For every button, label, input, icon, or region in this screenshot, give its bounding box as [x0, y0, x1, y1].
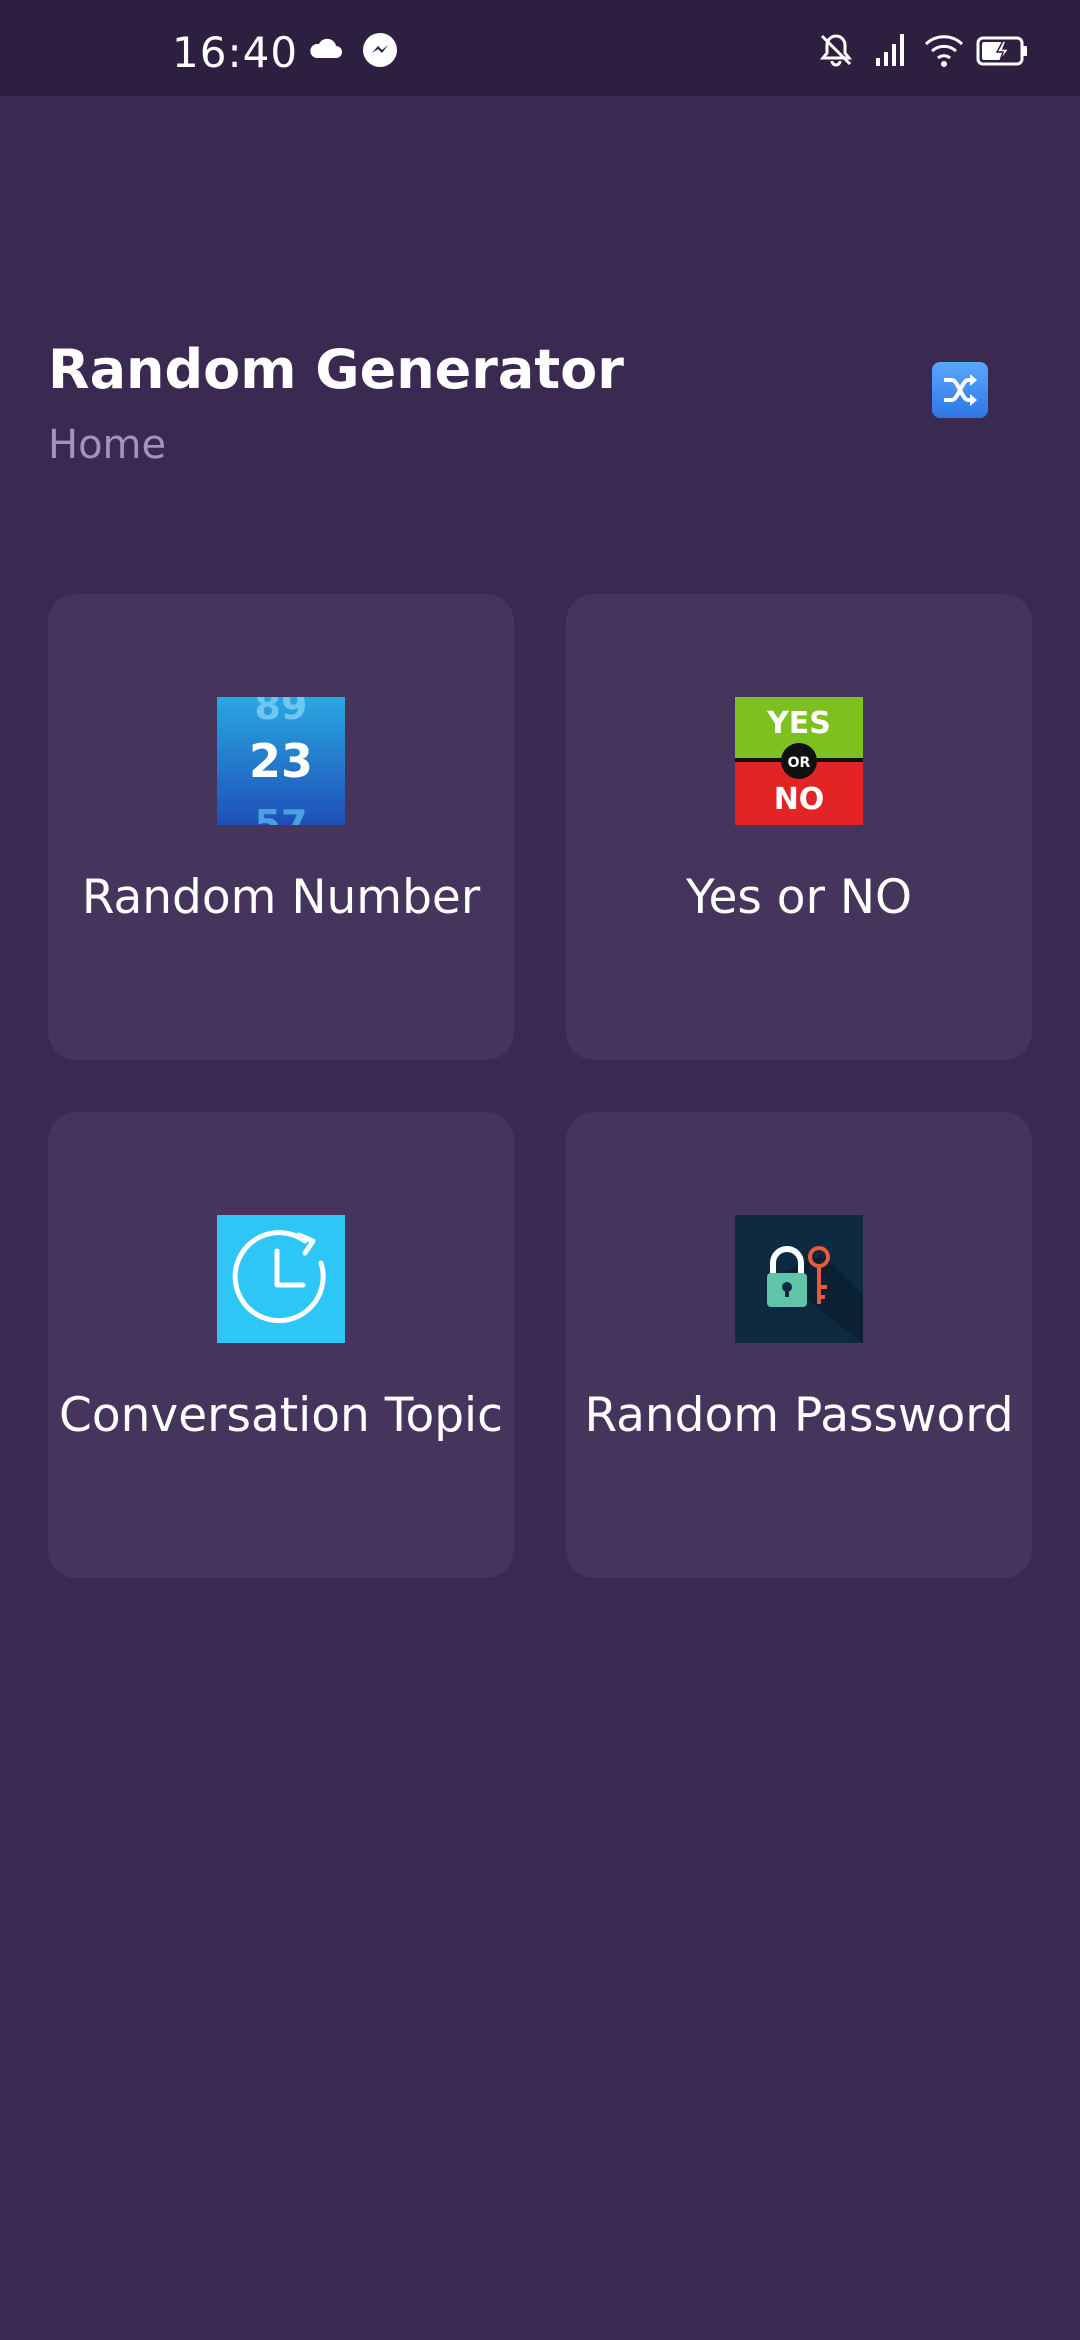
page-title: Random Generator	[48, 338, 624, 401]
random-password-label: Random Password	[584, 1388, 1014, 1443]
random-number-icon: 89 23 57	[217, 697, 345, 825]
svg-text:NO: NO	[774, 782, 825, 817]
shuffle-button[interactable]	[932, 362, 988, 418]
svg-text:OR: OR	[788, 755, 811, 771]
status-time: 16:40	[172, 28, 299, 77]
cloud-icon	[310, 38, 342, 58]
yes-or-no-card[interactable]: YES OR NO Yes or NO	[566, 594, 1032, 1060]
lock-key-icon	[735, 1215, 863, 1343]
signal-icon	[876, 34, 904, 66]
svg-text:23: 23	[249, 734, 313, 788]
random-number-card[interactable]: 89 23 57 Random Number	[48, 594, 514, 1060]
wifi-icon	[924, 35, 964, 67]
svg-text:57: 57	[255, 802, 308, 825]
yes-or-no-icon: YES OR NO	[735, 697, 863, 825]
clock-icon	[217, 1215, 345, 1343]
random-password-card[interactable]: Random Password	[566, 1112, 1032, 1578]
messenger-icon	[363, 33, 397, 67]
conversation-topic-label: Conversation Topic	[59, 1388, 503, 1443]
yes-or-no-label: Yes or NO	[686, 870, 912, 925]
svg-text:89: 89	[255, 697, 308, 728]
svg-text:YES: YES	[766, 706, 831, 741]
bell-off-icon	[819, 34, 853, 67]
battery-charging-icon	[976, 36, 1027, 66]
random-number-label: Random Number	[81, 870, 481, 925]
breadcrumb: Home	[48, 422, 167, 468]
conversation-topic-card[interactable]: Conversation Topic	[48, 1112, 514, 1578]
status-bar: 16:40	[0, 0, 1080, 96]
shuffle-icon	[944, 374, 977, 406]
